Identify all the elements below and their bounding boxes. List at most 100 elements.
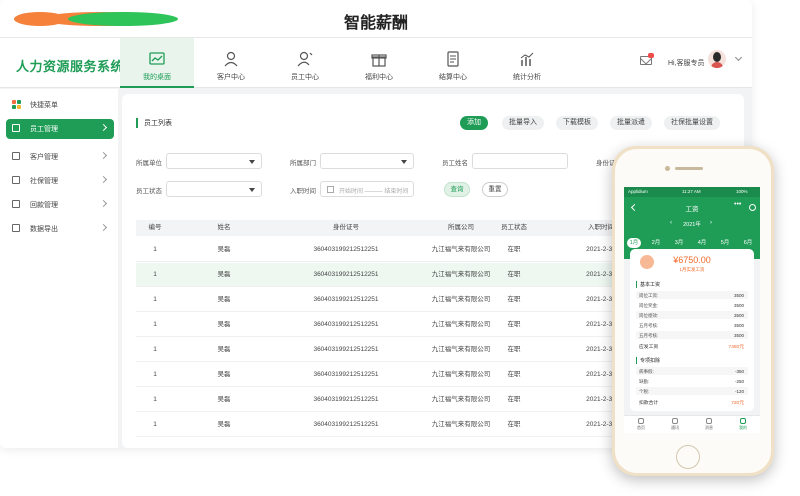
department-select[interactable] [320,153,414,169]
add-button[interactable]: 添加 [460,116,488,130]
app-brand: 人力资源服务系统 [16,59,125,74]
tab-mine[interactable]: 我的 [728,418,758,431]
table-cell: 吴磊 [217,421,231,428]
sidebar-item-export[interactable]: 数据导出 [6,219,114,237]
table-cell: 360403199212512251 [313,321,379,328]
table-cell: 360403199212512251 [313,246,379,253]
chevron-down-icon[interactable] [734,53,743,62]
sidebar-item-payment[interactable]: 回款管理 [6,195,114,213]
sidebar-item-social-security[interactable]: 社保管理 [6,171,114,189]
gross-total-row: 应发工资 7450元 [636,342,748,350]
window-title: 智能薪酬 [343,15,408,32]
phone-status-bar: Applidium 11:27 AM 100% [624,187,760,197]
nav-employee-center[interactable]: 员工中心 [268,38,342,88]
search-button[interactable]: 查询 [444,182,470,197]
sidebar-item-customer[interactable]: 客户管理 [6,147,114,165]
month-tab[interactable]: 3月 [672,238,686,248]
home-button[interactable] [676,445,700,469]
chevron-right-icon [99,199,108,208]
sidebar-quick-menu[interactable]: 快捷菜单 [6,95,114,113]
nav-welfare-center[interactable]: 福利中心 [342,38,416,88]
table-cell: 吴磊 [217,396,231,403]
nav-customer-center[interactable]: 客户中心 [194,38,268,88]
tab-home[interactable]: 首页 [626,418,656,431]
month-tab[interactable]: 6月 [741,238,755,248]
chevron-right-icon [99,175,108,184]
month-tab[interactable]: 1月 [627,238,641,248]
sidebar-item-label: 快捷菜单 [30,102,58,109]
month-tab[interactable]: 4月 [695,238,709,248]
row-value: 720元 [731,401,744,406]
download-template-button[interactable]: 下载模板 [556,116,598,130]
column-header: 员工状态 [501,224,527,231]
batch-import-button[interactable]: 批量导入 [502,116,544,130]
month-tab[interactable]: 2月 [649,238,663,248]
message-icon [706,418,712,424]
payment-icon [12,200,20,208]
table-cell: 在职 [507,396,521,403]
table-cell: 1 [153,421,157,428]
date-placeholder: 开始时间 ——— 结束时间 [339,189,409,195]
bar-chart-icon [520,52,534,66]
calendar-icon [327,186,334,193]
avatar[interactable] [708,50,726,68]
nav-label: 结算中心 [439,74,467,81]
month-tab[interactable]: 5月 [718,238,732,248]
table-cell: 1 [153,321,157,328]
table-cell: 吴磊 [217,321,231,328]
table-cell: 1 [153,396,157,403]
row-label: 病事假: [639,368,654,374]
sidebar-item-label: 客户管理 [30,154,58,161]
year-label: 2021年 [683,222,701,228]
table-cell: 吴磊 [217,271,231,278]
next-year-icon[interactable]: › [710,220,712,226]
batch-social-security-button[interactable]: 社保批量设置 [664,116,720,130]
dropdown-icon [401,160,407,164]
reset-button[interactable]: 重置 [482,182,508,197]
sidebar-item-label: 回款管理 [30,202,58,209]
dropdown-icon [249,160,255,164]
table-cell: 360403199212512251 [313,371,379,378]
table-cell: 1 [153,371,157,378]
sidebar-item-employee[interactable]: 员工管理 [6,119,114,139]
shield-icon [12,176,20,184]
gift-icon [371,54,387,67]
salary-amount-label: 1月实发工资 [679,267,705,272]
status-select[interactable] [166,181,262,197]
company-select[interactable] [166,153,262,169]
table-cell: 在职 [507,371,521,378]
id-card-icon [12,124,20,132]
phone-tab-bar: 首页 通讯 消息 我的 [624,415,760,433]
table-cell: 吴磊 [217,296,231,303]
date-range-field[interactable]: 开始时间 ——— 结束时间 [320,181,414,197]
tab-contacts[interactable]: 通讯 [660,418,690,431]
tab-messages[interactable]: 消息 [694,418,724,431]
salary-row: 五月考核: 3500 [636,321,748,329]
filter-label: 所属部门 [290,160,316,167]
nav-settlement-center[interactable]: 结算中心 [416,38,490,88]
row-label: 应发工资 [639,345,659,350]
employee-name-field[interactable] [472,153,568,169]
table-cell: 在职 [507,346,521,353]
home-icon [638,418,644,424]
grid-icon [12,100,21,109]
nav-label: 统计分析 [513,74,541,81]
target-icon[interactable] [749,204,756,211]
row-label: 五月考核: [639,332,659,338]
more-icon[interactable]: ••• [734,201,741,208]
nav-my-desktop[interactable]: 我的桌面 [120,38,194,88]
batch-dispatch-button[interactable]: 批量派遣 [610,116,652,130]
title-bar: 智能薪酬 [0,0,752,38]
column-header: 身份证号 [333,224,359,231]
row-value: 7450元 [728,345,744,350]
table-cell: 1 [153,296,157,303]
row-value: 3500 [733,322,744,328]
nav-statistics[interactable]: 统计分析 [490,38,564,88]
table-cell: 360403199212512251 [313,296,379,303]
table-cell: 吴磊 [217,371,231,378]
row-label: 岗位工资: [639,292,659,298]
chevron-right-icon [99,151,108,160]
user-name[interactable]: Hi,客服专员 [668,58,705,68]
phone-mockup: Applidium 11:27 AM 100% 工资 ••• ‹ 2021年 ›… [612,146,774,476]
deduction-row: 个税: -120 [636,387,748,395]
